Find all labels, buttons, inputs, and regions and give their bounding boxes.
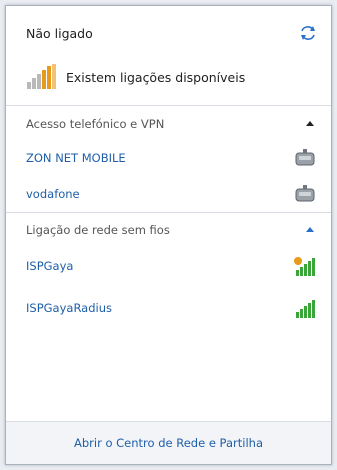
open-network-center-link[interactable]: Abrir o Centro de Rede e Partilha bbox=[74, 436, 263, 450]
chevron-up-icon[interactable] bbox=[303, 117, 317, 131]
wifi-label: ISPGaya bbox=[26, 259, 74, 273]
refresh-icon[interactable] bbox=[299, 25, 317, 41]
connection-label: ZON NET MOBILE bbox=[26, 151, 126, 165]
modem-icon bbox=[295, 149, 315, 166]
availability-row: Existem ligações disponíveis bbox=[26, 64, 245, 90]
wireless-section-title: Ligação de rede sem fios bbox=[26, 223, 170, 237]
dialup-section-header[interactable]: Acesso telefónico e VPN bbox=[26, 114, 317, 134]
availability-text: Existem ligações disponíveis bbox=[66, 69, 246, 85]
connection-label: vodafone bbox=[26, 187, 80, 201]
wifi-item-ispgayaradius[interactable]: ISPGayaRadius bbox=[26, 296, 317, 320]
divider bbox=[6, 105, 331, 106]
wifi-signal-icon bbox=[296, 300, 315, 318]
dialup-section-title: Acesso telefónico e VPN bbox=[26, 117, 165, 131]
divider bbox=[6, 212, 331, 213]
connection-item-vodafone[interactable]: vodafone bbox=[26, 182, 317, 206]
network-flyout: Não ligado Existem ligações disponíveis … bbox=[5, 5, 332, 465]
chevron-up-icon[interactable] bbox=[303, 223, 317, 237]
wifi-signal-secured-icon bbox=[294, 257, 315, 276]
signal-bars-icon bbox=[27, 64, 56, 89]
wireless-section-header[interactable]: Ligação de rede sem fios bbox=[26, 220, 317, 240]
footer: Abrir o Centro de Rede e Partilha bbox=[6, 422, 331, 464]
wifi-label: ISPGayaRadius bbox=[26, 301, 112, 315]
connection-item-zon-net-mobile[interactable]: ZON NET MOBILE bbox=[26, 146, 317, 170]
wifi-item-ispgaya[interactable]: ISPGaya bbox=[26, 254, 317, 278]
connection-status: Não ligado bbox=[26, 26, 93, 41]
modem-icon bbox=[295, 185, 315, 202]
